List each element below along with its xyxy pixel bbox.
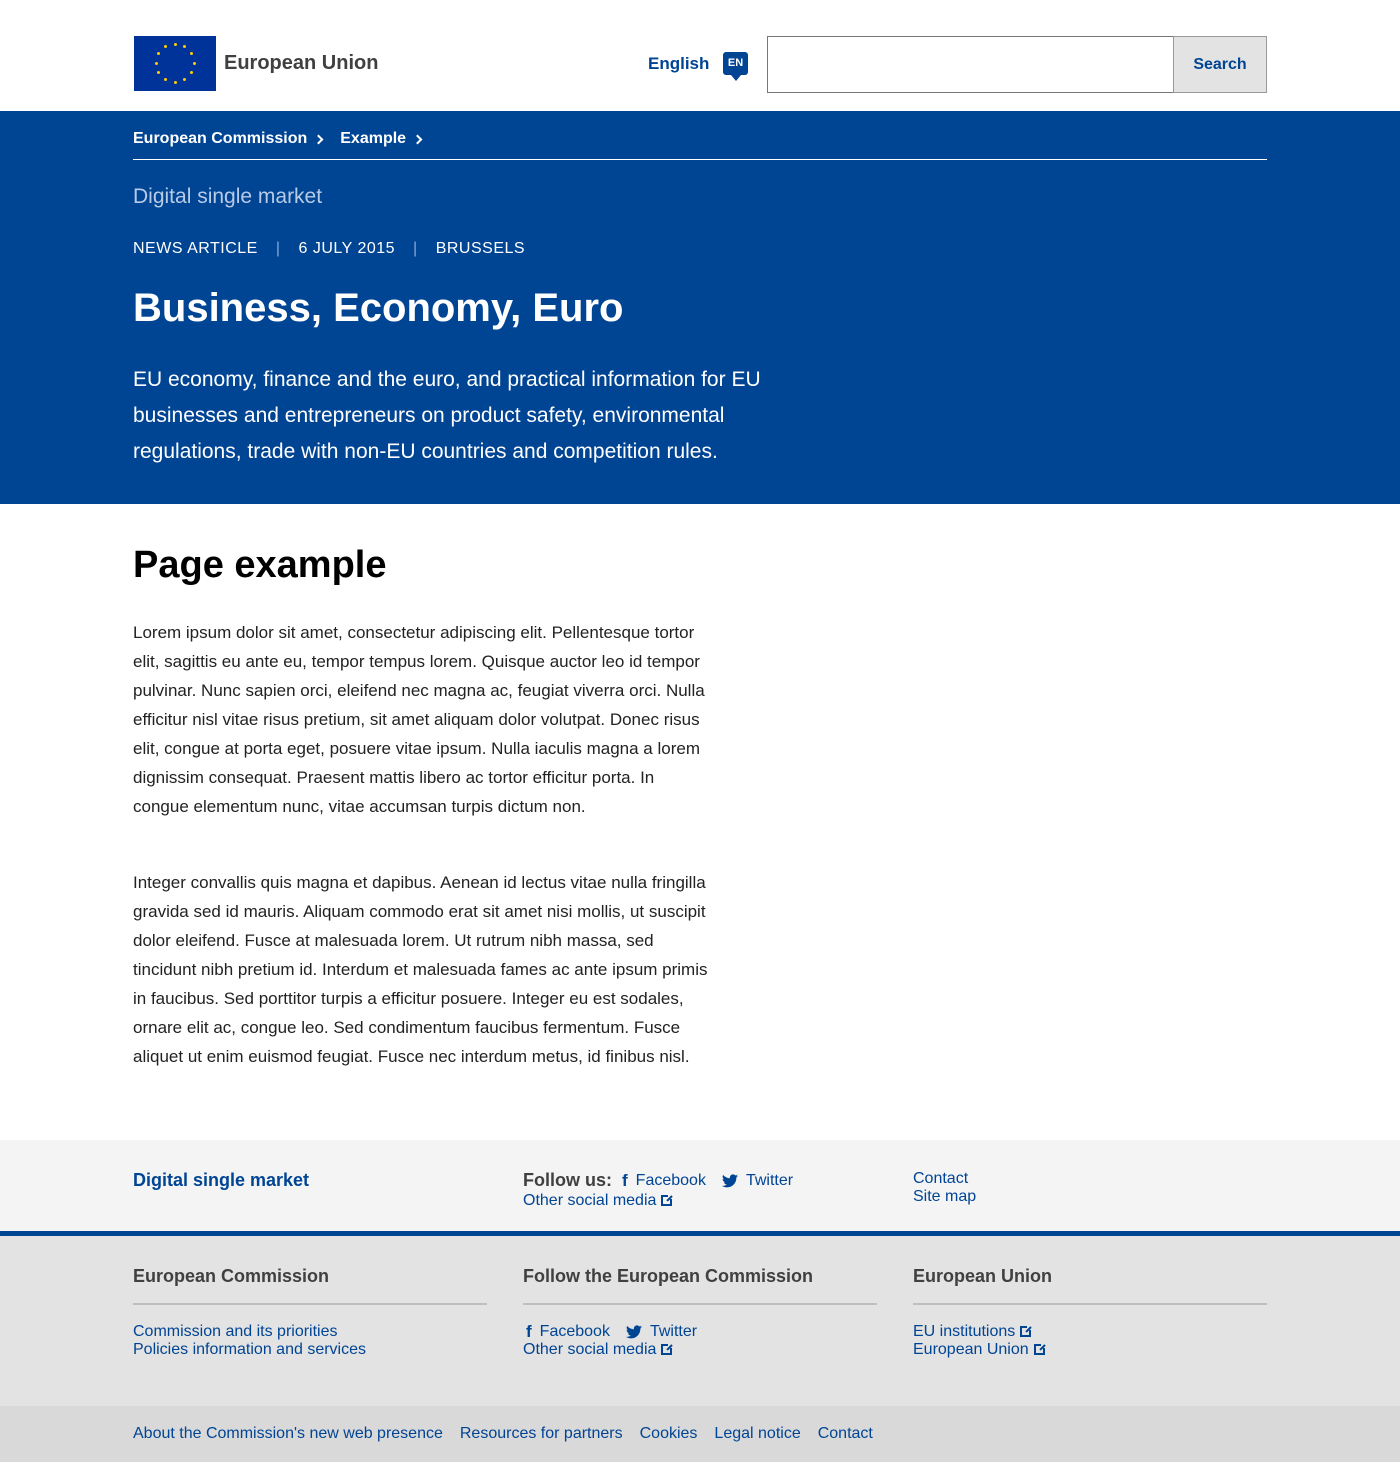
search-button[interactable]: Search xyxy=(1173,36,1267,93)
page-introduction: EU economy, finance and the euro, and pr… xyxy=(133,368,761,463)
facebook-icon: f xyxy=(526,1322,532,1341)
chevron-right-icon xyxy=(412,134,423,144)
twitter-icon xyxy=(625,1325,642,1339)
corporate-footer: European Commission Commission and its p… xyxy=(0,1236,1400,1406)
flag-star-icon xyxy=(164,45,167,49)
external-link-icon xyxy=(661,1193,675,1206)
twitter-icon xyxy=(721,1173,738,1187)
language-code-icon[interactable]: EN xyxy=(723,52,748,81)
main-content: Page example Lorem ipsum dolor sit amet,… xyxy=(0,504,1400,1140)
page-meta: NEWS ARTICLE | 6 JULY 2015 | BRUSSELS xyxy=(133,240,525,258)
legal-notice-link[interactable]: Legal notice xyxy=(714,1425,800,1443)
about-web-presence-link[interactable]: About the Commission's new web presence xyxy=(133,1425,443,1443)
flag-star-icon xyxy=(183,45,186,49)
footer-column-follow: Follow the European Commission f Faceboo… xyxy=(523,1266,877,1359)
cookies-link[interactable]: Cookies xyxy=(640,1425,698,1443)
flag-star-icon xyxy=(157,71,161,74)
site-map-link[interactable]: Site map xyxy=(913,1188,976,1205)
site-title: Digital single market xyxy=(133,185,323,208)
contact-link[interactable]: Contact xyxy=(913,1170,968,1187)
legal-footer: About the Commission's new web presence … xyxy=(0,1406,1400,1462)
breadcrumb-item-example[interactable]: Example xyxy=(340,130,439,148)
follow-us-label: Follow us: xyxy=(523,1170,612,1190)
chevron-right-icon xyxy=(313,134,324,144)
flag-star-icon xyxy=(183,77,186,81)
external-link-icon xyxy=(1033,1342,1047,1355)
resources-for-partners-link[interactable]: Resources for partners xyxy=(460,1425,623,1443)
breadcrumb-label: Example xyxy=(340,130,407,147)
legal-links: About the Commission's new web presence … xyxy=(133,1425,890,1443)
content-heading: Page example xyxy=(133,544,387,586)
facebook-icon: f xyxy=(622,1170,628,1190)
breadcrumb-item-european-commission[interactable]: European Commission xyxy=(133,130,340,148)
meta-date: 6 JULY 2015 xyxy=(298,240,396,257)
site-name: European Union xyxy=(224,52,379,74)
flag-star-icon xyxy=(189,52,193,55)
footer-column-commission: European Commission Commission and its p… xyxy=(133,1266,487,1359)
page-banner: European Commission Example Digital sing… xyxy=(0,111,1400,504)
footer-site-links: Contact Site map xyxy=(913,1170,976,1206)
footer-site-title[interactable]: Digital single market xyxy=(133,1170,309,1191)
european-union-link[interactable]: European Union xyxy=(913,1341,1029,1358)
other-social-media-link[interactable]: Other social media xyxy=(523,1341,656,1358)
footer-column-title: European Commission xyxy=(133,1266,487,1305)
breadcrumb-divider xyxy=(133,159,1267,160)
footer-column-european-union: European Union EU institutions European … xyxy=(913,1266,1267,1359)
other-social-media-link[interactable]: Other social media xyxy=(523,1192,656,1209)
facebook-link[interactable]: Facebook xyxy=(540,1323,610,1341)
flag-star-icon xyxy=(154,61,158,65)
policies-information-link[interactable]: Policies information and services xyxy=(133,1341,366,1358)
flag-star-icon xyxy=(173,80,177,84)
eu-flag-logo[interactable] xyxy=(134,36,216,91)
twitter-link[interactable]: Twitter xyxy=(746,1172,793,1190)
flag-star-icon xyxy=(157,52,161,55)
footer-column-title: Follow the European Commission xyxy=(523,1266,877,1305)
facebook-link[interactable]: Facebook xyxy=(636,1172,706,1190)
site-footer: Digital single market Follow us: f Faceb… xyxy=(0,1140,1400,1236)
meta-separator: | xyxy=(413,240,418,257)
external-link-icon xyxy=(661,1342,675,1355)
flag-star-icon xyxy=(164,77,167,81)
content-paragraph: Integer convallis quis magna et dapibus.… xyxy=(133,873,708,1066)
meta-location: BRUSSELS xyxy=(435,240,526,257)
commission-priorities-link[interactable]: Commission and its priorities xyxy=(133,1323,338,1340)
follow-us-block: Follow us: f Facebook Twitter Other soci… xyxy=(523,1170,793,1210)
twitter-link[interactable]: Twitter xyxy=(650,1323,697,1341)
flag-star-icon xyxy=(189,71,193,74)
meta-separator: | xyxy=(275,240,281,257)
search-input[interactable] xyxy=(767,36,1174,93)
content-paragraph: Lorem ipsum dolor sit amet, consectetur … xyxy=(133,623,705,816)
external-link-icon xyxy=(1020,1324,1034,1337)
language-selector-label[interactable]: English xyxy=(648,54,709,74)
flag-star-icon xyxy=(173,42,177,46)
eu-institutions-link[interactable]: EU institutions xyxy=(913,1323,1015,1340)
site-header: European Union English EN Search xyxy=(0,0,1400,111)
flag-star-icon xyxy=(192,61,196,65)
meta-type: NEWS ARTICLE xyxy=(133,240,258,257)
page-title: Business, Economy, Euro xyxy=(133,286,624,330)
breadcrumb-label: European Commission xyxy=(133,130,308,147)
contact-link[interactable]: Contact xyxy=(818,1425,873,1443)
footer-column-title: European Union xyxy=(913,1266,1267,1305)
breadcrumb: European Commission Example xyxy=(133,130,439,148)
